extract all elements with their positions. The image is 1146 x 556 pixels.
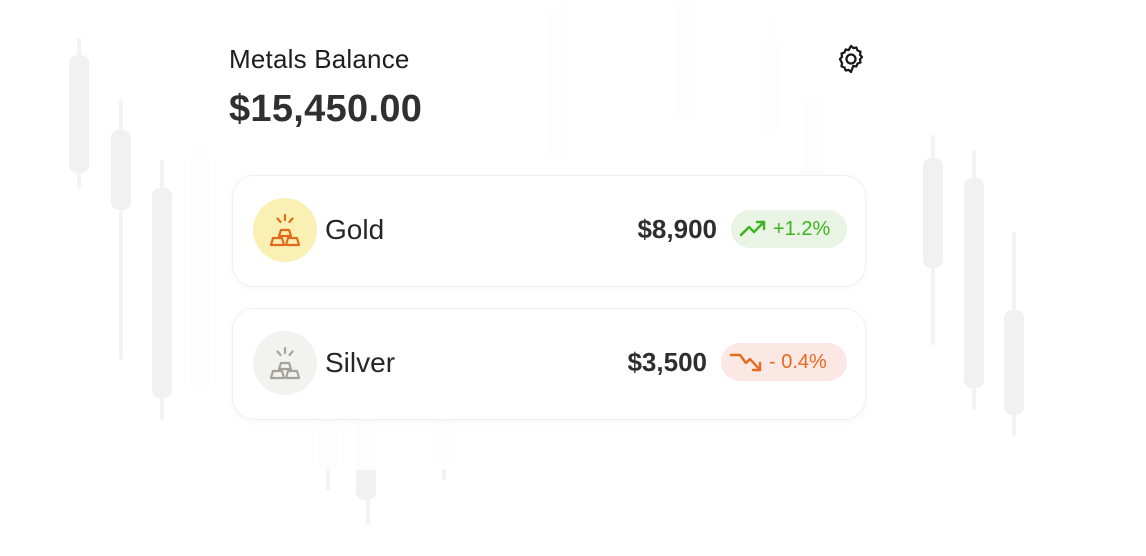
gold-avatar bbox=[253, 198, 317, 262]
gear-icon bbox=[838, 44, 864, 74]
trend-down-icon bbox=[729, 353, 762, 372]
asset-row-silver[interactable]: Silver $3,500 - 0.4% bbox=[232, 308, 866, 420]
page-title: Metals Balance bbox=[229, 44, 410, 74]
asset-name: Silver bbox=[325, 347, 396, 378]
total-balance: $15,450.00 bbox=[229, 88, 423, 130]
asset-name: Gold bbox=[325, 214, 385, 245]
settings-button[interactable] bbox=[832, 40, 870, 78]
change-value: +1.2% bbox=[773, 217, 831, 240]
change-badge-up: +1.2% bbox=[731, 210, 847, 248]
asset-amount: $3,500 bbox=[627, 347, 707, 377]
change-badge-down: - 0.4% bbox=[721, 343, 847, 381]
asset-row-gold[interactable]: Gold $8,900 +1.2% bbox=[232, 175, 866, 287]
silver-avatar bbox=[253, 331, 317, 395]
change-value: - 0.4% bbox=[769, 350, 827, 373]
trend-up-icon bbox=[739, 220, 766, 237]
silver-bars-icon bbox=[269, 346, 301, 380]
asset-amount: $8,900 bbox=[637, 214, 717, 244]
gold-bars-icon bbox=[269, 213, 301, 247]
